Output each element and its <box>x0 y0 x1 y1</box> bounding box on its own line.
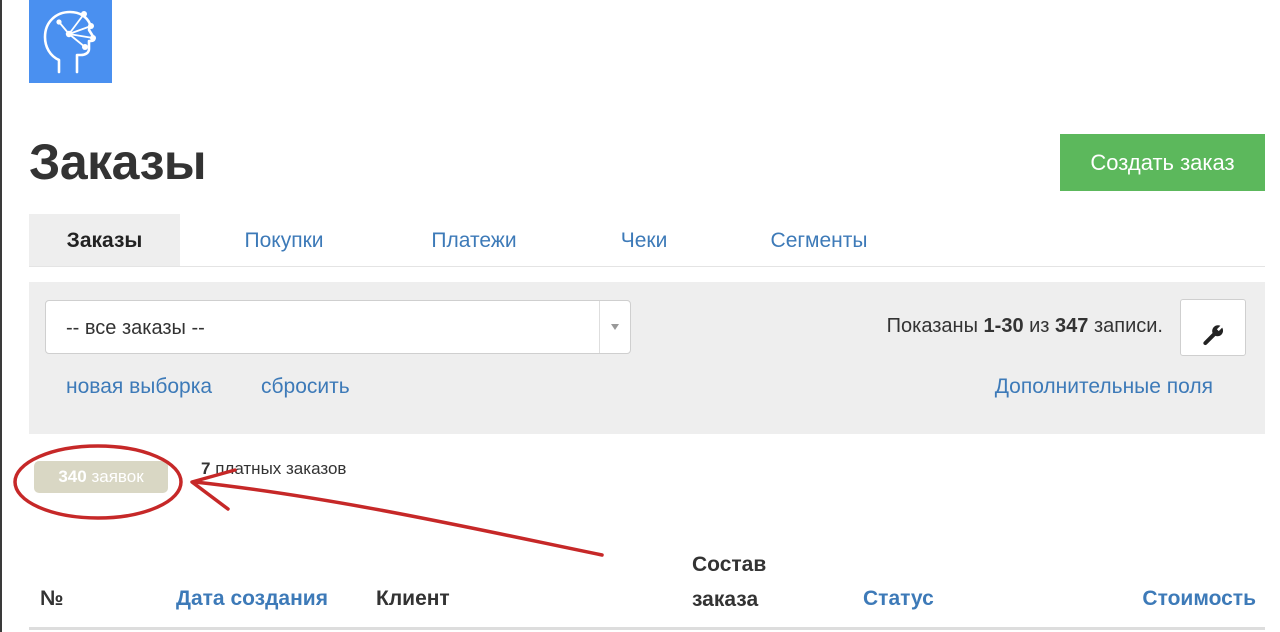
col-composition-line2: заказа <box>692 588 759 611</box>
reset-link[interactable]: сбросить <box>261 375 350 399</box>
tab-orders[interactable]: Заказы <box>29 214 180 266</box>
records-total: 347 <box>1055 315 1089 337</box>
col-number: № <box>40 587 64 610</box>
tab-segments[interactable]: Сегменты <box>739 214 899 266</box>
records-count-text: Показаны 1-30 из 347 записи. <box>887 315 1163 338</box>
page-title: Заказы <box>29 134 207 190</box>
tabs: Заказы Покупки Платежи Чеки Сегменты <box>29 214 1265 267</box>
orders-filter-select[interactable]: -- все заказы -- <box>45 300 631 354</box>
paid-label: платных заказов <box>210 459 347 478</box>
col-composition-line1: Состав <box>692 553 767 576</box>
head-network-icon <box>43 10 96 74</box>
select-value: -- все заказы -- <box>66 317 205 339</box>
order-stats: 340 заявок 7 платных заказов <box>29 446 629 506</box>
tab-payments[interactable]: Платежи <box>404 214 544 266</box>
extra-fields-link[interactable]: Дополнительные поля <box>995 375 1213 399</box>
tab-purchases[interactable]: Покупки <box>214 214 354 266</box>
records-suffix: записи. <box>1088 315 1163 337</box>
logo[interactable] <box>29 0 112 83</box>
tab-receipts[interactable]: Чеки <box>594 214 694 266</box>
create-order-button[interactable]: Создать заказ <box>1060 134 1265 191</box>
settings-button[interactable] <box>1180 299 1246 356</box>
col-client: Клиент <box>376 587 450 610</box>
paid-orders-text: 7 платных заказов <box>201 459 346 479</box>
chevron-down-icon[interactable] <box>599 301 630 353</box>
records-prefix: Показаны <box>886 315 984 337</box>
col-created-date[interactable]: Дата создания <box>176 587 328 611</box>
records-mid: из <box>1023 315 1056 337</box>
requests-badge[interactable]: 340 заявок <box>34 461 168 493</box>
col-status[interactable]: Статус <box>863 587 934 611</box>
wrench-icon <box>1203 325 1224 346</box>
requests-label: заявок <box>86 467 144 486</box>
window-left-border <box>0 0 2 632</box>
records-range: 1-30 <box>983 315 1024 337</box>
requests-count: 340 <box>58 467 87 486</box>
table-header-divider <box>29 627 1265 630</box>
filter-panel: -- все заказы -- Показаны 1-30 из 347 за… <box>29 282 1265 434</box>
col-cost[interactable]: Стоимость <box>1142 587 1256 611</box>
new-selection-link[interactable]: новая выборка <box>66 375 212 399</box>
